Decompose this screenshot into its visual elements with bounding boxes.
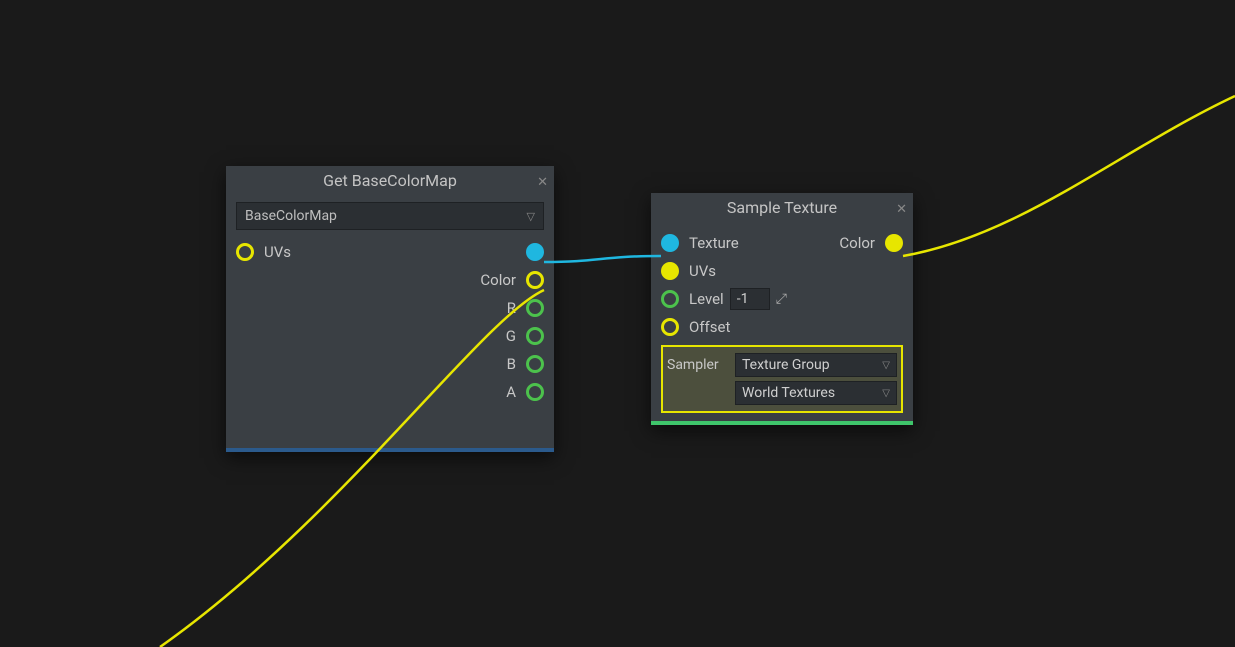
input-label: Texture [689, 234, 739, 252]
port-icon[interactable] [526, 327, 544, 345]
dropdown-value: World Textures [742, 385, 835, 401]
output-label: B [507, 355, 516, 373]
sampler-dropdown-2[interactable]: World Textures ▽ [735, 381, 897, 405]
chevron-down-icon: ▽ [882, 360, 890, 371]
port-icon[interactable] [526, 383, 544, 401]
port-icon[interactable] [526, 299, 544, 317]
node-footer [226, 448, 554, 452]
input-uvs[interactable]: UVs [236, 238, 291, 266]
output-label: A [506, 383, 516, 401]
output-label: Color [839, 234, 875, 252]
output-color[interactable]: Color [839, 229, 903, 257]
port-icon[interactable] [661, 234, 679, 252]
chevron-down-icon: ▽ [882, 388, 890, 399]
node-header[interactable]: Get BaseColorMap ✕ [226, 166, 554, 196]
node-get-basecolormap[interactable]: Get BaseColorMap ✕ BaseColorMap ▽ UVs Co… [226, 166, 554, 452]
expand-icon[interactable]: ⤢ [776, 291, 787, 307]
output-label: R [507, 299, 516, 317]
close-icon[interactable]: ✕ [896, 195, 907, 225]
output-r[interactable]: R [480, 294, 544, 322]
close-icon[interactable]: ✕ [537, 168, 548, 198]
input-uvs[interactable]: UVs [661, 257, 903, 285]
node-title: Sample Texture [727, 198, 837, 217]
output-label: Color [480, 271, 516, 289]
port-icon[interactable] [526, 271, 544, 289]
input-level[interactable]: Level -1 ⤢ [661, 285, 903, 313]
sampler-label: Sampler [667, 357, 735, 373]
chevron-down-icon: ▽ [527, 210, 535, 223]
port-icon[interactable] [526, 355, 544, 373]
output-g[interactable]: G [480, 322, 544, 350]
sampler-dropdown-1[interactable]: Texture Group ▽ [735, 353, 897, 377]
level-value-field[interactable]: -1 [730, 288, 770, 310]
port-icon[interactable] [661, 318, 679, 336]
node-header[interactable]: Sample Texture ✕ [651, 193, 913, 223]
node-footer [651, 421, 913, 425]
input-label: UVs [264, 243, 291, 261]
port-icon[interactable] [661, 262, 679, 280]
output-color[interactable]: Color [480, 266, 544, 294]
basecolormap-dropdown[interactable]: BaseColorMap ▽ [236, 202, 544, 230]
output-texture[interactable] [480, 238, 544, 266]
input-offset[interactable]: Offset [661, 313, 903, 341]
sampler-highlight: Sampler Texture Group ▽ World Textures ▽ [661, 345, 903, 413]
input-label: Offset [689, 318, 730, 336]
input-label: UVs [689, 262, 716, 280]
dropdown-value: Texture Group [742, 357, 830, 373]
output-b[interactable]: B [480, 350, 544, 378]
input-label: Level [689, 290, 724, 308]
node-title: Get BaseColorMap [323, 171, 457, 190]
dropdown-value: BaseColorMap [245, 208, 337, 224]
output-a[interactable]: A [480, 378, 544, 406]
node-wires [0, 0, 1235, 647]
node-sample-texture[interactable]: Sample Texture ✕ Color Texture UVs Level… [651, 193, 913, 425]
output-label: G [506, 327, 516, 345]
port-icon[interactable] [661, 290, 679, 308]
port-icon[interactable] [236, 243, 254, 261]
port-icon[interactable] [526, 243, 544, 261]
port-icon[interactable] [885, 234, 903, 252]
